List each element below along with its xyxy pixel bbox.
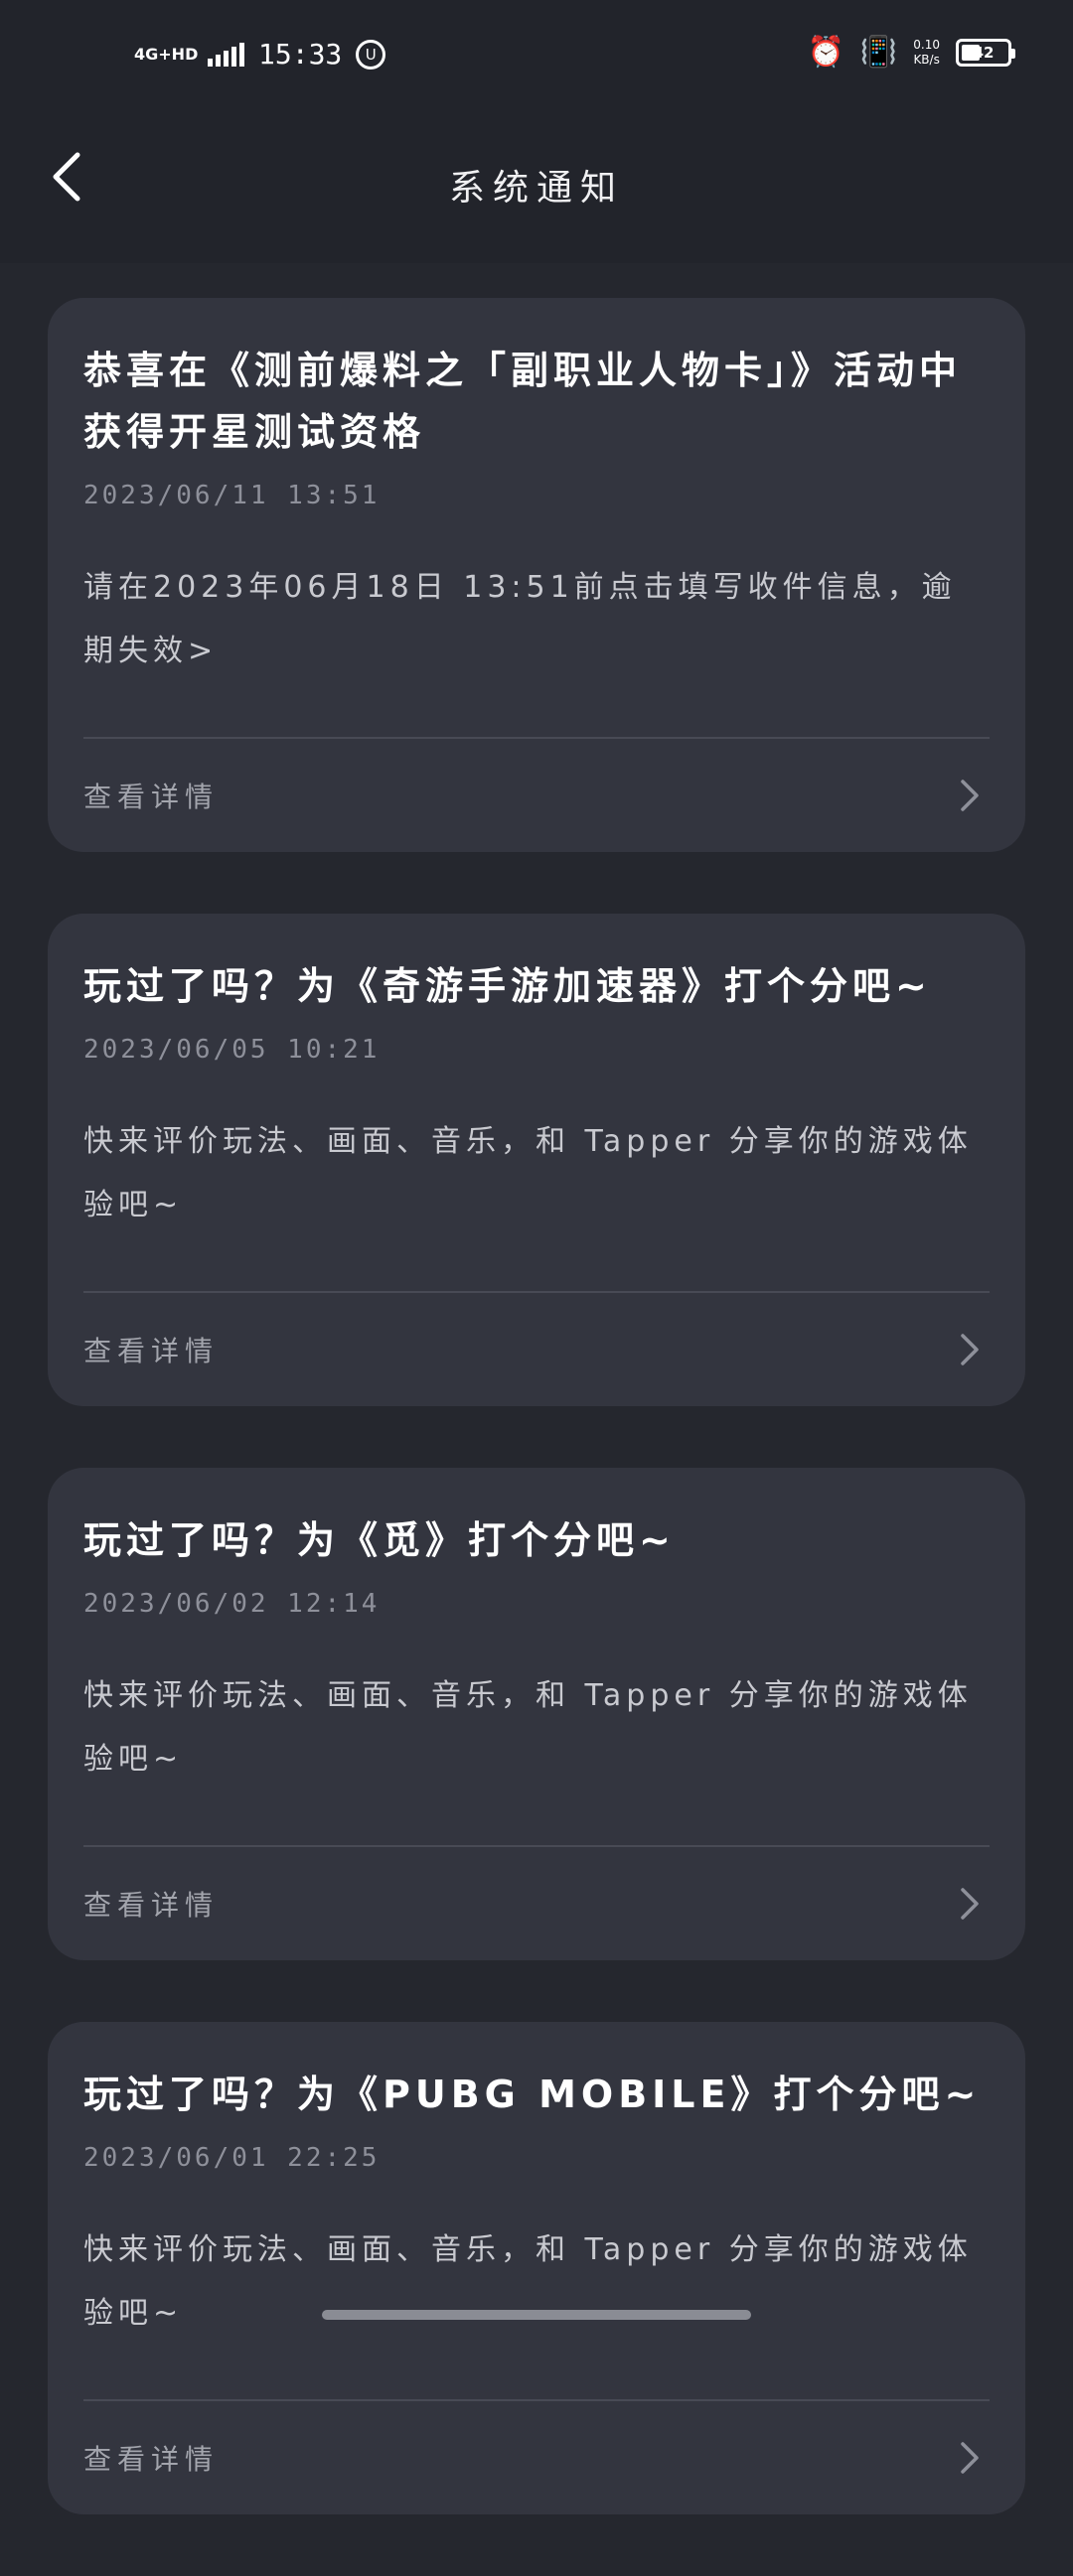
notification-title: 玩过了吗？为《PUBG MOBILE》打个分吧~ [83, 2073, 982, 2116]
view-details-link[interactable]: 查看详情 [83, 776, 219, 815]
notification-card[interactable]: 玩过了吗？为《觅》打个分吧~ 2023/06/02 12:14 快来评价玩法、画… [48, 1468, 1025, 1960]
view-details-row[interactable]: 查看详情 [83, 739, 990, 852]
view-details-row[interactable]: 查看详情 [83, 1293, 990, 1406]
chevron-right-icon [950, 776, 990, 815]
view-details-link[interactable]: 查看详情 [83, 1884, 219, 1924]
alarm-icon: ⏰ [807, 35, 844, 70]
status-right: ⏰ 📳 0.10 KB/s 42 [807, 35, 1015, 70]
notification-body[interactable]: 请在2023年06月18日 13:51前点击填写收件信息，逾期失效> [83, 556, 990, 683]
notification-title: 玩过了吗？为《觅》打个分吧~ [83, 1518, 676, 1562]
chevron-right-icon [950, 2438, 990, 2478]
notification-date: 2023/06/01 22:25 [83, 2143, 381, 2173]
notification-title: 恭喜在《测前爆料之「副职业人物卡」》活动中获得开星测试资格 [83, 349, 963, 454]
notification-date: 2023/06/02 12:14 [83, 1589, 381, 1619]
vibrate-icon: 📳 [859, 35, 898, 70]
battery-level: 42 [973, 44, 995, 62]
view-details-row[interactable]: 查看详情 [83, 1847, 990, 1960]
battery-icon: 42 [956, 39, 1015, 67]
home-indicator[interactable] [322, 2310, 751, 2320]
net-speed: 0.10 KB/s [913, 38, 940, 68]
signal-icon [208, 42, 244, 67]
notification-list: 恭喜在《测前爆料之「副职业人物卡」》活动中获得开星测试资格 2023/06/11… [48, 298, 1025, 2576]
notification-badge-icon: U [356, 39, 386, 70]
view-details-row[interactable]: 查看详情 [83, 2401, 990, 2514]
page-title: 系统通知 [448, 168, 624, 209]
net-speed-value: 0.10 [913, 38, 940, 52]
chevron-right-icon [950, 1884, 990, 1924]
notification-card[interactable]: 玩过了吗？为《奇游手游加速器》打个分吧~ 2023/06/05 10:21 快来… [48, 914, 1025, 1406]
view-details-link[interactable]: 查看详情 [83, 1330, 219, 1369]
status-bar: 4G+HD 15:33 U ⏰ 📳 0.10 KB/s 42 [0, 0, 1073, 119]
notification-body: 快来评价玩法、画面、音乐，和 Tapper 分享你的游戏体验吧~ [83, 1124, 973, 1222]
network-type-label: 4G+HD [134, 44, 199, 64]
notification-title: 玩过了吗？为《奇游手游加速器》打个分吧~ [83, 964, 932, 1008]
notification-body: 快来评价玩法、画面、音乐，和 Tapper 分享你的游戏体验吧~ [83, 1678, 973, 1777]
notification-body: 快来评价玩法、画面、音乐，和 Tapper 分享你的游戏体验吧~ [83, 2232, 973, 2331]
view-details-link[interactable]: 查看详情 [83, 2438, 219, 2478]
status-left: 4G+HD 15:33 U [134, 38, 386, 71]
net-speed-unit: KB/s [913, 53, 940, 67]
notification-card[interactable]: 玩过了吗？为《PUBG MOBILE》打个分吧~ 2023/06/01 22:2… [48, 2022, 1025, 2514]
top-navigation-bar: 系统通知 [0, 119, 1073, 263]
chevron-right-icon [950, 1330, 990, 1369]
notification-date: 2023/06/11 13:51 [83, 481, 381, 510]
notification-date: 2023/06/05 10:21 [83, 1035, 381, 1065]
status-time: 15:33 [258, 38, 343, 71]
notification-card[interactable]: 恭喜在《测前爆料之「副职业人物卡」》活动中获得开星测试资格 2023/06/11… [48, 298, 1025, 852]
